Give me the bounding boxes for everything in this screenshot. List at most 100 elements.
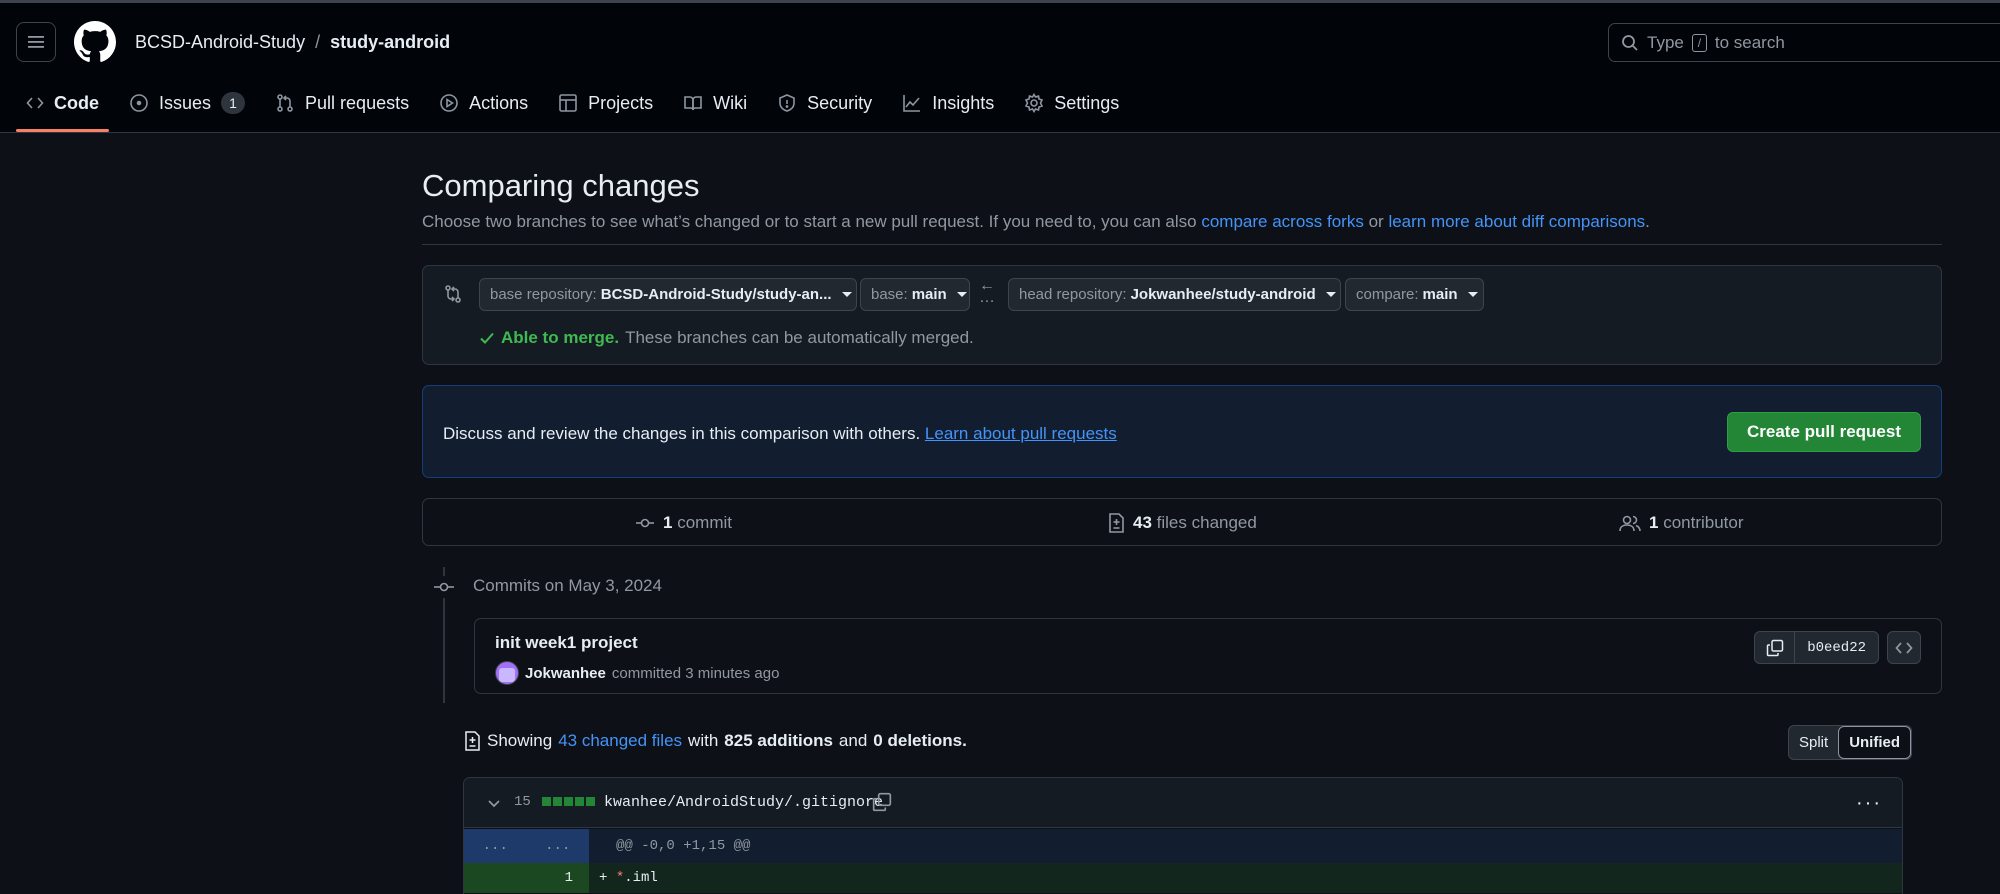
search-icon <box>1622 34 1638 51</box>
diff-added-line: 1 + *.iml <box>464 863 1902 893</box>
diffstat-block <box>542 797 551 806</box>
repo-owner-link[interactable]: BCSD-Android-Study <box>135 32 305 53</box>
commit-title-link[interactable]: init week1 project <box>495 633 638 653</box>
tab-projects-label: Projects <box>588 92 654 113</box>
and-label: and <box>838 731 868 750</box>
base-repository-select[interactable]: base repository: BCSD-Android-Study/stud… <box>479 278 857 311</box>
tab-insights-label: Insights <box>932 92 995 113</box>
copy-icon[interactable] <box>872 792 892 812</box>
people-icon <box>1619 515 1641 532</box>
commit-meta: Jokwanhee committed 3 minutes ago <box>495 661 779 685</box>
diffstat-block <box>575 797 584 806</box>
github-logo-icon[interactable] <box>74 21 116 63</box>
commit-item: init week1 project Jokwanhee committed 3… <box>474 618 1942 694</box>
book-icon <box>684 96 702 111</box>
commit-sha-link[interactable]: b0eed22 <box>1795 632 1878 663</box>
commits-stat[interactable]: 1 commit <box>635 513 732 533</box>
browse-repository-button[interactable] <box>1887 631 1921 664</box>
tab-actions[interactable]: Actions <box>429 84 538 122</box>
file-diff-icon <box>465 731 480 751</box>
compare-label: compare: <box>1356 286 1419 303</box>
compare-branch-select[interactable]: compare: main <box>1345 278 1484 311</box>
commit-author-link[interactable]: Jokwanhee <box>525 665 606 682</box>
chevron-down-icon[interactable] <box>486 795 502 811</box>
learn-diff-link[interactable]: learn more about diff comparisons <box>1388 212 1645 231</box>
learn-pull-requests-link[interactable]: Learn about pull requests <box>925 424 1117 443</box>
menu-button[interactable] <box>16 22 56 62</box>
search-input[interactable]: Type / to search <box>1608 23 2000 62</box>
file-diff-icon <box>1109 513 1124 533</box>
line-number[interactable]: 1 <box>464 863 589 893</box>
expand-hunk-button[interactable]: ... ... <box>464 829 589 863</box>
file-path-link[interactable]: kwanhee/AndroidStudy/.gitignore <box>604 794 883 811</box>
changed-files-link[interactable]: 43 changed files <box>558 731 682 751</box>
tab-code-label: Code <box>54 92 99 113</box>
commits-count: 1 <box>663 513 673 532</box>
diffstat-block <box>553 797 562 806</box>
repo-name-link[interactable]: study-android <box>330 32 450 53</box>
diff-view-toggle: Split Unified <box>1788 725 1913 760</box>
tab-wiki[interactable]: Wiki <box>673 84 757 122</box>
merge-status: Able to merge. These branches can be aut… <box>479 328 974 348</box>
copy-icon <box>1766 639 1783 656</box>
breadcrumb-separator: / <box>315 32 321 52</box>
with-label: with <box>688 731 719 750</box>
check-icon <box>480 332 494 344</box>
code-icon <box>26 97 44 109</box>
base-repo-label: base repository: <box>490 286 597 303</box>
tab-settings[interactable]: Settings <box>1014 84 1129 122</box>
unified-view-button[interactable]: Unified <box>1838 726 1912 759</box>
discuss-text: Discuss and review the changes in this c… <box>443 424 1117 444</box>
merge-description: These branches can be automatically merg… <box>625 328 974 347</box>
line-star: * <box>615 870 625 886</box>
page-title: Comparing changes <box>422 168 700 203</box>
merge-ok-text: Able to merge. <box>501 328 620 347</box>
files-changed-stat[interactable]: 43 files changed <box>1107 513 1257 533</box>
tab-security[interactable]: Security <box>767 84 882 122</box>
copy-sha-button[interactable] <box>1755 632 1796 663</box>
issue-icon <box>130 94 148 112</box>
tab-wiki-label: Wiki <box>713 92 748 113</box>
commit-icon <box>636 518 654 528</box>
search-placeholder-after: to search <box>1714 32 1785 52</box>
tab-insights[interactable]: Insights <box>892 84 1004 122</box>
diffstat-block <box>564 797 573 806</box>
files-label: files changed <box>1156 513 1257 532</box>
kebab-menu-icon[interactable]: ··· <box>1856 792 1882 815</box>
hunk-header-row: ... ... @@ -0,0 +1,15 @@ <box>464 829 1902 863</box>
chevron-down-icon <box>1467 292 1478 297</box>
compare-value: main <box>1422 286 1458 303</box>
base-branch-select[interactable]: base: main <box>860 278 970 311</box>
subtitle-end: . <box>1645 212 1650 231</box>
commit-time: committed 3 minutes ago <box>611 664 780 682</box>
contributors-label: contributor <box>1663 513 1744 532</box>
table-icon <box>559 94 577 112</box>
discuss-banner: Discuss and review the changes in this c… <box>422 385 1942 478</box>
split-view-button[interactable]: Split <box>1789 726 1838 759</box>
code-icon <box>1895 641 1913 654</box>
create-pull-request-button[interactable]: Create pull request <box>1727 412 1921 452</box>
tab-projects[interactable]: Projects <box>548 84 663 122</box>
deletions-count: 0 deletions. <box>873 731 967 750</box>
commit-sha-group: b0eed22 <box>1754 631 1879 664</box>
issues-count-badge: 1 <box>221 92 246 114</box>
hunk-right-dots: ... <box>545 838 571 854</box>
pull-request-icon <box>277 94 293 112</box>
commits-date-heading: Commits on May 3, 2024 <box>473 576 662 595</box>
tab-issues[interactable]: Issues 1 <box>119 84 255 122</box>
tab-code[interactable]: Code <box>16 84 109 132</box>
additions-count: 825 additions <box>724 731 833 750</box>
showing-label: Showing <box>487 731 553 750</box>
contributors-stat[interactable]: 1 contributor <box>1619 513 1744 533</box>
search-shortcut-key: / <box>1691 33 1707 52</box>
chevron-down-icon <box>956 292 967 297</box>
tab-security-label: Security <box>807 92 873 113</box>
head-repository-select[interactable]: head repository: Jokwanhee/study-android <box>1008 278 1341 311</box>
commit-node-icon <box>432 576 456 598</box>
tab-pull-requests[interactable]: Pull requests <box>265 84 419 122</box>
shield-icon <box>779 94 795 112</box>
avatar[interactable] <box>495 661 519 685</box>
compare-forks-link[interactable]: compare across forks <box>1201 212 1364 231</box>
play-icon <box>440 94 458 112</box>
page-subtitle: Choose two branches to see what’s change… <box>422 212 1650 232</box>
